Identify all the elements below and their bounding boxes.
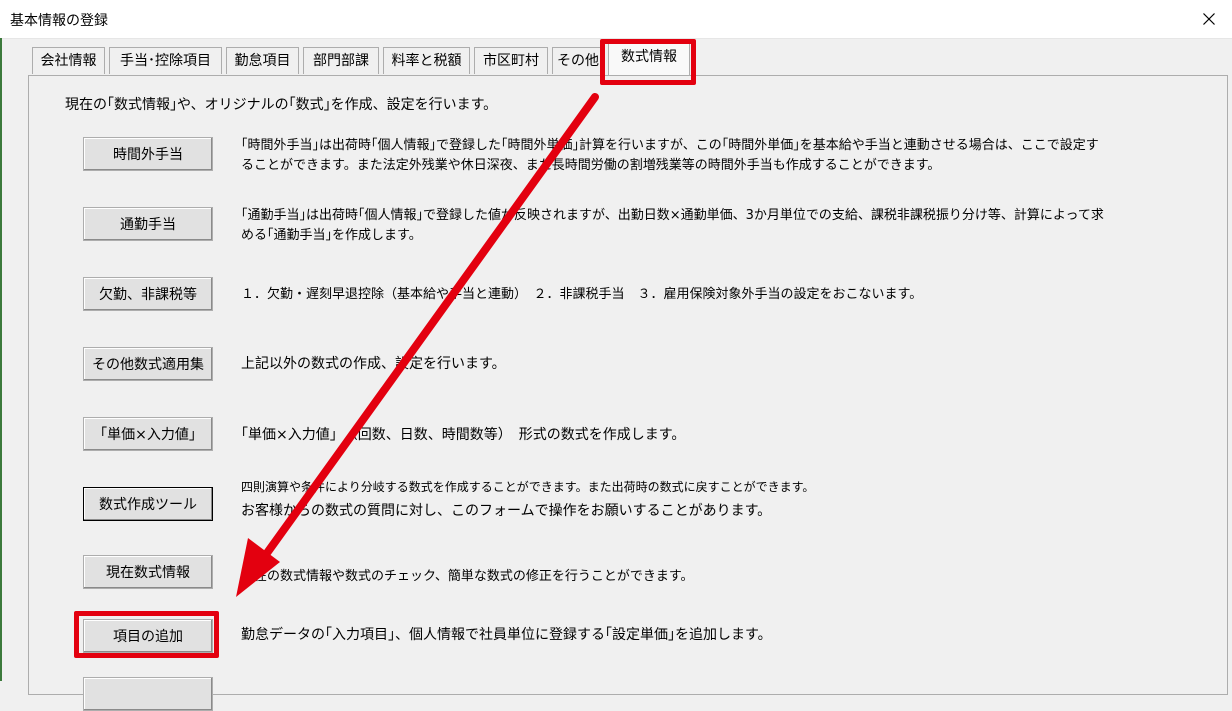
current-formula-info-desc: 現在の数式情報や数式のチェック、簡単な数式の修正を行うことができます。	[241, 569, 694, 584]
commute-allowance-desc: ｢通勤手当｣は出荷時｢個人情報｣で登録した値が反映されますが、出勤日数×通勤単価…	[241, 206, 1104, 246]
window-title: 基本情報の登録	[10, 13, 108, 29]
desc-line: ｢通勤手当｣は出荷時｢個人情報｣で登録した値が反映されますが、出勤日数×通勤単価…	[241, 208, 1104, 223]
absence-nontaxable-button[interactable]: 欠勤、非課税等	[83, 277, 213, 311]
desc-line: 四則演算や条件により分岐する数式を作成することができます。また出荷時の数式に戻す…	[241, 480, 815, 494]
add-item-desc: 勤怠データの｢入力項目｣、個人情報で社員単位に登録する｢設定単価｣を追加します。	[241, 627, 772, 643]
tab-other[interactable]: その他	[552, 47, 604, 74]
formula-tool-button[interactable]: 数式作成ツール	[83, 487, 213, 521]
tab-attendance[interactable]: 勤怠項目	[226, 47, 299, 74]
other-formulas-desc: 上記以外の数式の作成、設定を行います。	[241, 356, 506, 372]
overtime-allowance-desc: ｢時間外手当｣は出荷時｢個人情報｣で登録した｢時間外単価｣計算を行いますが、この…	[241, 136, 1099, 176]
panel-intro: 現在の｢数式情報｣や、オリジナルの｢数式｣を作成、設定を行います。	[65, 97, 498, 113]
add-item-button[interactable]: 項目の追加	[83, 619, 213, 653]
other-formulas-button[interactable]: その他数式適用集	[83, 347, 213, 381]
window-left-edge	[0, 38, 2, 681]
desc-line: お客様からの数式の質問に対し、このフォームで操作をお願いすることがあります。	[241, 503, 772, 519]
tab-departments[interactable]: 部門部課	[303, 47, 379, 74]
current-formula-info-button[interactable]: 現在数式情報	[83, 555, 213, 589]
formula-tool-desc: 四則演算や条件により分岐する数式を作成することができます。また出荷時の数式に戻す…	[241, 477, 814, 521]
tab-municipalities[interactable]: 市区町村	[474, 47, 548, 74]
unit-price-input-button[interactable]: ｢単価×入力値｣	[83, 417, 213, 451]
overtime-allowance-button[interactable]: 時間外手当	[83, 137, 213, 171]
formula-info-panel: 現在の｢数式情報｣や、オリジナルの｢数式｣を作成、設定を行います。 時間外手当 …	[28, 75, 1228, 711]
desc-line: ることができます。また法定外残業や休日深夜、また長時間労働の割増残業等の時間外手…	[241, 158, 941, 173]
commute-allowance-button[interactable]: 通勤手当	[83, 207, 213, 241]
unit-price-input-desc: ｢単価×入力値｣ （回数、日数、時間数等） 形式の数式を作成します。	[241, 427, 686, 443]
next-panel-button[interactable]	[83, 677, 213, 711]
close-icon	[1203, 13, 1215, 25]
title-bar: 基本情報の登録	[0, 0, 1232, 39]
tab-rates-tax[interactable]: 料率と税額	[383, 47, 470, 74]
close-button[interactable]	[1186, 0, 1232, 38]
desc-line: ｢時間外手当｣は出荷時｢個人情報｣で登録した｢時間外単価｣計算を行いますが、この…	[241, 138, 1099, 153]
tab-company-info[interactable]: 会社情報	[32, 47, 105, 74]
tab-formula-info[interactable]: 数式情報	[608, 43, 690, 75]
absence-nontaxable-desc: １．欠勤・遅刻早退控除（基本給や手当と連動） ２．非課税手当 ３．雇用保険対象外…	[241, 287, 923, 302]
desc-line: める｢通勤手当｣を作成します。	[241, 228, 422, 243]
tab-allowance-deduction[interactable]: 手当･控除項目	[109, 47, 222, 74]
